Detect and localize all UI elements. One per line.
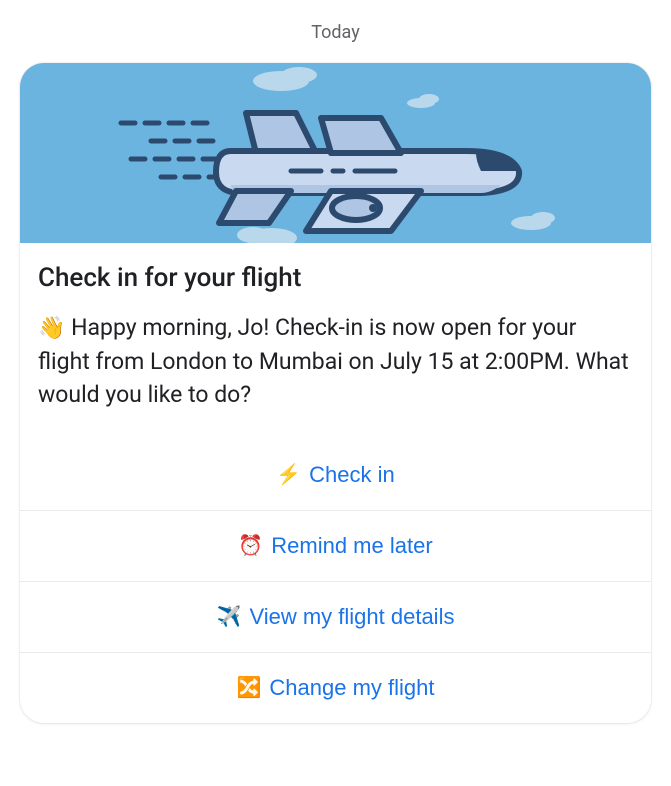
action-label: View my flight details — [249, 604, 454, 630]
card-content: Check in for your flight 👋 Happy morning… — [20, 243, 651, 412]
lightning-icon: ⚡ — [276, 465, 301, 485]
shuffle-icon: 🔀 — [237, 678, 262, 698]
card-message: 👋 Happy morning, Jo! Check-in is now ope… — [38, 311, 633, 412]
remind-later-button[interactable]: ⏰ Remind me later — [20, 510, 651, 581]
airplane-icon: ✈️ — [217, 607, 242, 627]
view-details-button[interactable]: ✈️ View my flight details — [20, 581, 651, 652]
alarm-clock-icon: ⏰ — [238, 536, 263, 556]
card-title: Check in for your flight — [38, 263, 633, 293]
wave-emoji: 👋 — [38, 316, 65, 341]
message-text: Happy morning, Jo! Check-in is now open … — [38, 314, 629, 408]
change-flight-button[interactable]: 🔀 Change my flight — [20, 652, 651, 723]
date-header: Today — [20, 10, 651, 63]
hero-image — [20, 63, 651, 243]
action-list: ⚡ Check in ⏰ Remind me later ✈️ View my … — [20, 440, 651, 723]
notification-card: Check in for your flight 👋 Happy morning… — [20, 63, 651, 723]
action-label: Check in — [309, 462, 395, 488]
action-label: Change my flight — [269, 675, 434, 701]
action-label: Remind me later — [271, 533, 432, 559]
check-in-button[interactable]: ⚡ Check in — [20, 440, 651, 510]
airplane-illustration — [20, 63, 651, 243]
